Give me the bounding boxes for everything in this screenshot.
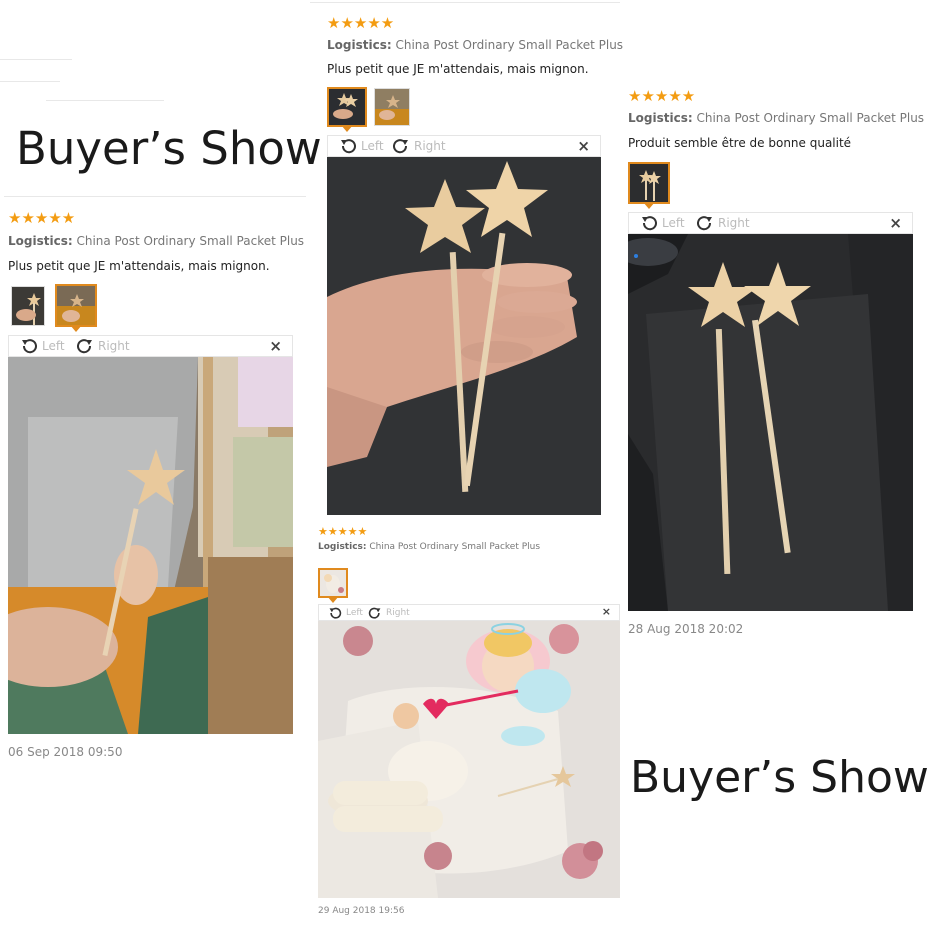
logistics-line: Logistics: China Post Ordinary Small Pac… (8, 234, 304, 248)
logistics-label: Logistics: (327, 38, 392, 52)
photo-thumbnail[interactable] (374, 88, 410, 126)
divider (310, 2, 620, 3)
review-photo (628, 234, 913, 611)
rotate-right-label: Right (718, 216, 750, 230)
rotate-left-button[interactable]: Left (327, 605, 363, 621)
review-date: 28 Aug 2018 20:02 (628, 622, 744, 636)
review-comment: Plus petit que JE m'attendais, mais mign… (327, 62, 589, 76)
logistics-line: Logistics: China Post Ordinary Small Pac… (628, 111, 924, 125)
rotate-left-label: Left (42, 339, 65, 353)
rating-stars: ★★★★★ (327, 14, 395, 32)
logistics-label: Logistics: (628, 111, 693, 125)
review-photo (8, 357, 293, 734)
close-icon[interactable]: × (889, 214, 902, 232)
photo-thumbnail-selected[interactable] (318, 568, 348, 603)
divider (0, 81, 60, 82)
rotate-right-label: Right (386, 608, 410, 618)
review-date: 29 Aug 2018 19:56 (318, 906, 405, 916)
selected-indicator (341, 125, 353, 132)
rotate-left-button[interactable]: Left (639, 213, 685, 233)
page-title-secondary: Buyer’s Show (630, 752, 929, 803)
rotate-right-icon (77, 339, 92, 354)
photo-thumbnail-selected[interactable] (628, 162, 670, 209)
rotate-left-icon (329, 607, 342, 619)
rotate-right-button[interactable]: Right (367, 605, 410, 621)
rating-stars: ★★★★★ (628, 87, 696, 105)
selected-indicator (70, 325, 82, 332)
logistics-value: China Post Ordinary Small Packet Plus (696, 111, 925, 125)
selected-indicator (643, 202, 655, 209)
image-toolbar: Left Right × (628, 212, 913, 234)
rotate-left-label: Left (662, 216, 685, 230)
rotate-left-label: Left (346, 608, 363, 618)
divider (0, 59, 72, 60)
logistics-label: Logistics: (318, 542, 367, 552)
page-title: Buyer’s Show (16, 122, 322, 175)
review-photo (327, 157, 601, 515)
rotate-left-button[interactable]: Left (19, 336, 65, 356)
rotate-left-label: Left (361, 139, 384, 153)
logistics-value: China Post Ordinary Small Packet Plus (395, 38, 624, 52)
rotate-right-button[interactable]: Right (391, 136, 446, 156)
rotate-left-icon (642, 216, 657, 231)
close-icon[interactable]: × (577, 137, 590, 155)
rotate-right-icon (393, 139, 408, 154)
rotate-right-label: Right (98, 339, 130, 353)
close-icon[interactable]: × (602, 605, 611, 618)
rotate-right-icon (368, 607, 381, 619)
close-icon[interactable]: × (269, 337, 282, 355)
rotate-left-icon (341, 139, 356, 154)
image-toolbar: Left Right × (8, 335, 293, 357)
divider (46, 100, 164, 101)
review-date: 06 Sep 2018 09:50 (8, 745, 123, 759)
rotate-right-label: Right (414, 139, 446, 153)
review-comment: Plus petit que JE m'attendais, mais mign… (8, 259, 270, 273)
rotate-left-button[interactable]: Left (338, 136, 384, 156)
review-comment: Produit semble être de bonne qualité (628, 136, 852, 150)
divider (4, 196, 306, 197)
review-photo (318, 621, 620, 898)
logistics-line: Logistics: China Post Ordinary Small Pac… (327, 38, 623, 52)
rating-stars: ★★★★★ (318, 525, 368, 538)
image-toolbar: Left Right × (318, 604, 620, 621)
logistics-value: China Post Ordinary Small Packet Plus (76, 234, 305, 248)
rotate-right-button[interactable]: Right (695, 213, 750, 233)
selected-indicator (327, 596, 339, 603)
photo-thumbnail[interactable] (11, 286, 45, 326)
photo-thumbnail-selected[interactable] (327, 87, 367, 132)
photo-thumbnail-selected[interactable] (55, 284, 97, 332)
rotate-left-icon (22, 339, 37, 354)
image-toolbar: Left Right × (327, 135, 601, 157)
rotate-right-button[interactable]: Right (75, 336, 130, 356)
rotate-right-icon (697, 216, 712, 231)
logistics-value: China Post Ordinary Small Packet Plus (369, 542, 541, 552)
rating-stars: ★★★★★ (8, 209, 76, 227)
logistics-label: Logistics: (8, 234, 73, 248)
logistics-line: Logistics: China Post Ordinary Small Pac… (318, 542, 540, 552)
